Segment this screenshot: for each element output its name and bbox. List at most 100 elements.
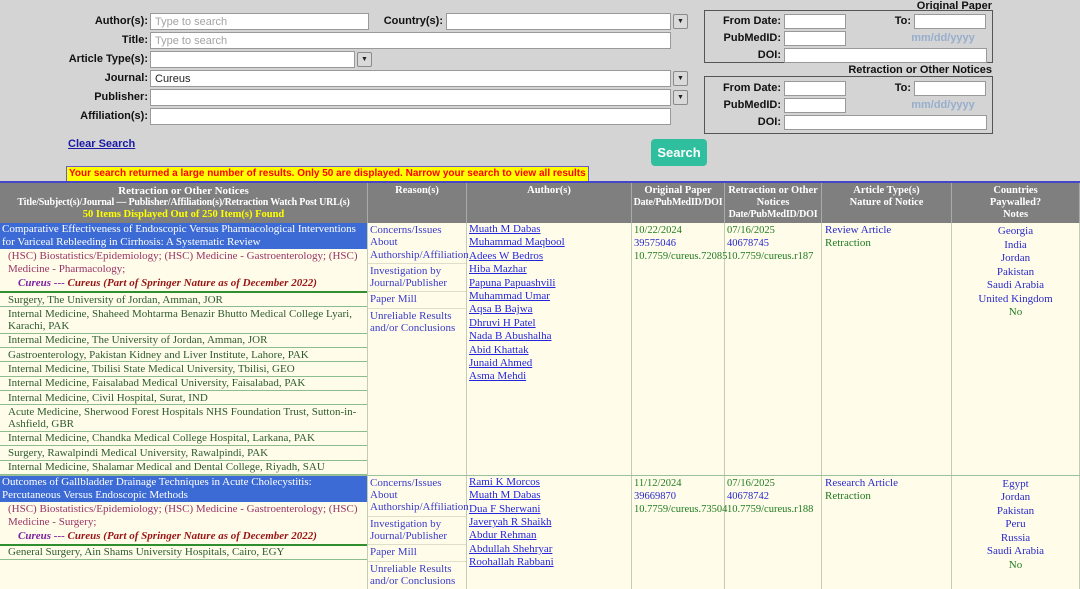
countries-cell: GeorgiaIndiaJordanPakistanSaudi ArabiaUn… [952, 223, 1080, 475]
author-link[interactable]: Asma Mehdi [467, 370, 631, 383]
title-input[interactable] [150, 32, 671, 49]
paper-title-link[interactable]: Outcomes of Gallbladder Drainage Techniq… [0, 476, 367, 502]
affiliation-input[interactable] [150, 108, 671, 125]
clear-search-link[interactable]: Clear Search [68, 138, 135, 150]
original-doi: 10.7759/cureus.72085 [634, 250, 722, 263]
author-link[interactable]: Hiba Mazhar [467, 263, 631, 276]
author-link[interactable]: Javeryah R Shaikh [467, 516, 631, 529]
original-paper-cell: 11/12/2024 39669870 10.7759/cureus.73504 [632, 476, 725, 589]
journal-line: Cureus --- Cureus (Part of Springer Natu… [0, 530, 367, 544]
chevron-down-icon: ▼ [361, 56, 368, 63]
original-paper-panel: From Date: To: PubMedID: mm/dd/yyyy DOI: [704, 10, 993, 63]
author-link[interactable]: Muath M Dabas [467, 223, 631, 236]
reason-item: Investigation by Journal/Publisher [368, 517, 466, 546]
author-link[interactable]: Junaid Ahmed [467, 357, 631, 370]
country-item: Jordan [954, 252, 1077, 266]
journal-name-link[interactable]: Cureus [18, 530, 51, 542]
country-input[interactable] [446, 13, 671, 30]
article-type-dropdown-button[interactable]: ▼ [357, 52, 372, 67]
title-cell: Comparative Effectiveness of Endoscopic … [0, 223, 368, 475]
notices-panel: From Date: To: PubMedID: mm/dd/yyyy DOI: [704, 76, 993, 134]
publisher-input[interactable] [150, 89, 671, 106]
paywalled-value: No [954, 306, 1077, 320]
notice-pubmedid-link[interactable]: 40678742 [727, 490, 819, 503]
notices-to-input[interactable] [914, 81, 986, 96]
author-link[interactable]: Papuna Papuashvili [467, 277, 631, 290]
header-title-column: Retraction or Other Notices Title/Subjec… [0, 183, 368, 223]
journal-dropdown-button[interactable]: ▼ [673, 71, 688, 86]
affiliation-label: Affiliation(s): [40, 110, 148, 122]
author-input[interactable] [150, 13, 369, 30]
original-pubmedid-link[interactable]: 39669870 [634, 490, 722, 503]
authors-cell: Rami K MorcosMuath M DabasDua F Sherwani… [467, 476, 632, 589]
notices-pubmed-input[interactable] [784, 98, 846, 113]
countries-cell: EgyptJordanPakistanPeruRussiaSaudi Arabi… [952, 476, 1080, 589]
journal-name-link[interactable]: Cureus [18, 277, 51, 289]
article-type-label: Article Type(s): [40, 53, 148, 65]
country-list: EgyptJordanPakistanPeruRussiaSaudi Arabi… [954, 478, 1077, 559]
journal-input[interactable] [150, 70, 671, 87]
original-doi-input[interactable] [784, 48, 987, 63]
subjects-text: (HSC) Biostatistics/Epidemiology; (HSC) … [0, 249, 367, 277]
article-type-input[interactable] [150, 51, 355, 68]
reason-item: Concerns/Issues About Authorship/Affilia… [368, 476, 466, 517]
reason-item: Paper Mill [368, 545, 466, 561]
notice-cell: 07/16/2025 40678745 10.7759/cureus.r187 [725, 223, 822, 475]
original-from-label: From Date: [707, 15, 781, 27]
original-date: 10/22/2024 [634, 224, 722, 237]
country-item: United Kingdom [954, 293, 1077, 307]
notice-date: 07/16/2025 [727, 224, 819, 237]
author-link[interactable]: Aqsa B Bajwa [467, 303, 631, 316]
table-header-row: Retraction or Other Notices Title/Subjec… [0, 183, 1080, 223]
reason-item: Concerns/Issues About Authorship/Affilia… [368, 223, 466, 264]
author-link[interactable]: Muath M Dabas [467, 489, 631, 502]
original-from-input[interactable] [784, 14, 846, 29]
country-item: Saudi Arabia [954, 279, 1077, 293]
publisher-note: Cureus (Part of Springer Nature as of De… [68, 530, 317, 542]
author-link[interactable]: Muhammad Maqbool [467, 236, 631, 249]
affiliation-item: General Surgery, Ain Shams University Ho… [0, 546, 367, 560]
country-dropdown-button[interactable]: ▼ [673, 14, 688, 29]
affiliation-item: Internal Medicine, Faisalabad Medical Un… [0, 377, 367, 391]
country-item: Russia [954, 532, 1077, 546]
author-link[interactable]: Abdur Rehman [467, 529, 631, 542]
notice-pubmedid-link[interactable]: 40678745 [727, 237, 819, 250]
country-item: Pakistan [954, 266, 1077, 280]
author-label: Author(s): [40, 15, 148, 27]
notices-doi-input[interactable] [784, 115, 987, 130]
author-link[interactable]: Muhammad Umar [467, 290, 631, 303]
notice-cell: 07/16/2025 40678742 10.7759/cureus.r188 [725, 476, 822, 589]
author-link[interactable]: Rami K Morcos [467, 476, 631, 489]
notices-from-input[interactable] [784, 81, 846, 96]
author-link[interactable]: Dhruvi H Patel [467, 317, 631, 330]
author-link[interactable]: Dua F Sherwani [467, 503, 631, 516]
reason-item: Unreliable Results and/or Conclusions [368, 309, 466, 337]
table-row: Comparative Effectiveness of Endoscopic … [0, 223, 1080, 475]
author-link[interactable]: Roohallah Rabbani [467, 556, 631, 569]
notices-pubmed-label: PubMedID: [707, 99, 781, 111]
country-item: Saudi Arabia [954, 545, 1077, 559]
affiliation-item: Surgery, The University of Jordan, Amman… [0, 293, 367, 307]
original-pubmedid-link[interactable]: 39575046 [634, 237, 722, 250]
notices-to-label: To: [855, 82, 911, 94]
author-link[interactable]: Nada B Abushalha [467, 330, 631, 343]
reasons-cell: Concerns/Issues About Authorship/Affilia… [368, 223, 467, 475]
article-type: Review Article [825, 224, 948, 237]
publisher-dropdown-button[interactable]: ▼ [673, 90, 688, 105]
author-link[interactable]: Abid Khattak [467, 344, 631, 357]
reasons-cell: Concerns/Issues About Authorship/Affilia… [368, 476, 467, 589]
author-link[interactable]: Adees W Bedros [467, 250, 631, 263]
affiliation-item: Internal Medicine, Chandka Medical Colle… [0, 432, 367, 446]
author-link[interactable]: Abdullah Shehryar [467, 543, 631, 556]
original-pubmed-input[interactable] [784, 31, 846, 46]
paper-title-link[interactable]: Comparative Effectiveness of Endoscopic … [0, 223, 367, 249]
search-button[interactable]: Search [651, 139, 707, 166]
results-table: Retraction or Other Notices Title/Subjec… [0, 181, 1080, 589]
original-to-input[interactable] [914, 14, 986, 29]
affiliation-list: Surgery, The University of Jordan, Amman… [0, 293, 367, 475]
header-notices-line: Retraction or Other Notices [1, 185, 366, 197]
country-item: Peru [954, 518, 1077, 532]
original-pubmed-label: PubMedID: [707, 32, 781, 44]
authors-cell: Muath M DabasMuhammad MaqboolAdees W Bed… [467, 223, 632, 475]
results-warning-banner: Your search returned a large number of r… [66, 166, 589, 182]
